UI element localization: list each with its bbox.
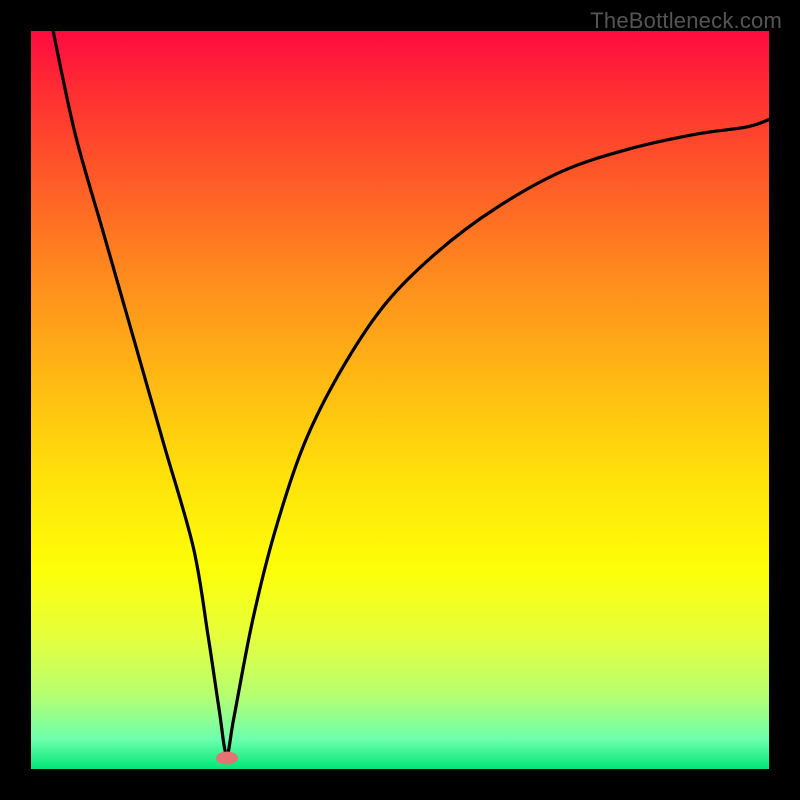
chart-plot-area: [31, 31, 769, 769]
watermark-text: TheBottleneck.com: [590, 8, 782, 34]
bottleneck-curve-path: [53, 31, 769, 754]
optimal-point-marker: [216, 751, 238, 764]
chart-curve-svg: [31, 31, 769, 769]
